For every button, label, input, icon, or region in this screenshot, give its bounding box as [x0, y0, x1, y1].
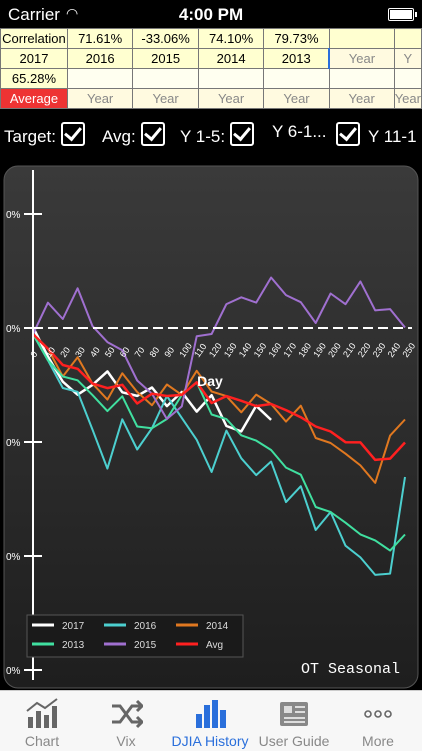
y6-10-checkbox[interactable]	[336, 122, 360, 146]
year-cell[interactable]: 2016	[66, 48, 134, 69]
table-cell[interactable]	[328, 28, 395, 49]
y6-10-label: Y 6-1...	[272, 122, 327, 141]
year-cell[interactable]: Year	[132, 88, 199, 109]
table-cell	[263, 68, 330, 89]
watermark: OT Seasonal	[301, 661, 400, 678]
year-cell[interactable]: Year	[328, 88, 395, 109]
newspaper-icon	[280, 702, 308, 726]
table-cell[interactable]: 71.61%	[66, 28, 134, 49]
tab-label: More	[362, 733, 394, 749]
table-cell[interactable]: -33.06%	[132, 28, 199, 49]
tab-label: Chart	[24, 733, 60, 749]
year-cell[interactable]: Y	[393, 48, 422, 69]
table-cell	[328, 68, 395, 89]
y11-label: Y 11-1	[368, 127, 417, 146]
table-cell	[132, 68, 199, 89]
year-cell[interactable]: 2015	[132, 48, 199, 69]
x-axis-title: Day	[197, 373, 223, 389]
target-checkbox[interactable]	[60, 122, 85, 146]
tab-vix[interactable]: Vix	[84, 691, 168, 751]
average-label: Average	[0, 88, 68, 109]
line-chart-icon	[26, 698, 58, 728]
tab-bar: Chart Vix DJIA History User Guide More	[0, 690, 422, 751]
year-cell[interactable]: Year	[66, 88, 134, 109]
tab-label: Vix	[116, 733, 136, 749]
year-cell[interactable]: 2017	[0, 48, 68, 69]
tab-more[interactable]: More	[336, 691, 420, 751]
year-cell[interactable]: 2014	[197, 48, 265, 69]
tab-user-guide[interactable]: User Guide	[252, 691, 336, 751]
legend-label: Avg	[206, 640, 223, 651]
table-cell: Correlation	[0, 28, 68, 49]
table-cell[interactable]: 74.10%	[197, 28, 265, 49]
year-row: 2017 2016 2015 2014 2013 Year Y	[0, 48, 422, 69]
target-option[interactable]: Target:	[4, 122, 85, 147]
year-input-active[interactable]: 2013	[263, 48, 331, 69]
avg-checkbox[interactable]	[140, 122, 165, 146]
chart-area[interactable]: 0% 0% 0% 0% 0% 0 10 20 30 40 50 60 70 80 90 100 110 120 13…	[0, 160, 422, 690]
table-cell	[66, 68, 134, 89]
table-cell	[393, 68, 422, 89]
tab-djia-history[interactable]: DJIA History	[168, 691, 252, 751]
y-tick-label: 0%	[6, 552, 21, 563]
average-value-row: 65.28%	[0, 68, 422, 89]
y-tick-label: 0%	[6, 210, 21, 221]
legend-label: 2013	[62, 640, 85, 651]
year-cell[interactable]: Year	[393, 88, 422, 109]
legend-label: 2016	[134, 621, 157, 632]
seasonal-chart[interactable]: 0%0%0%0%0%0 10 20 30 40 50 60 70 80 90 10011012013…	[0, 160, 422, 690]
tab-chart[interactable]: Chart	[0, 691, 84, 751]
tab-label: User Guide	[258, 733, 330, 749]
y-tick-label: 0%	[6, 438, 21, 449]
year-cell[interactable]: Year	[328, 48, 395, 69]
y-tick-label: 0%	[6, 324, 21, 335]
table-cell[interactable]	[393, 28, 422, 49]
y1-5-option[interactable]: Y 1-5:	[180, 122, 255, 147]
avg-label: Avg:	[102, 127, 136, 146]
legend-label: 2017	[62, 621, 85, 632]
table-cell[interactable]: 79.73%	[263, 28, 330, 49]
clock: 4:00 PM	[178, 5, 244, 24]
battery-icon	[388, 8, 417, 21]
shuffle-icon	[112, 699, 145, 729]
y11-option[interactable]: Y 11-1	[336, 122, 417, 147]
data-table: Correlation 71.61% -33.06% 74.10% 79.73%…	[0, 28, 422, 109]
average-value: 65.28%	[0, 68, 68, 89]
y-tick-label: 0%	[6, 666, 21, 677]
more-icon	[364, 710, 392, 718]
chart-options: Target: Avg: Y 1-5: Y 6-1... Y 11-1	[0, 110, 422, 156]
status-bar: Carrier ◠ 4:00 PM	[0, 0, 422, 28]
legend-label: 2014	[206, 621, 229, 632]
average-row: Average Year Year Year Year Year Year	[0, 88, 422, 109]
legend-label: 2015	[134, 640, 157, 651]
year-cell[interactable]: Year	[197, 88, 265, 109]
bar-chart-icon	[196, 700, 226, 728]
y1-5-label: Y 1-5:	[180, 127, 226, 146]
tab-label: DJIA History	[171, 733, 249, 749]
table-cell	[197, 68, 265, 89]
target-label: Target:	[4, 127, 56, 146]
correlation-row: Correlation 71.61% -33.06% 74.10% 79.73%	[0, 28, 422, 49]
y6-10-option[interactable]: Y 6-1...	[272, 122, 327, 142]
year-cell[interactable]: Year	[263, 88, 330, 109]
avg-option[interactable]: Avg:	[102, 122, 165, 147]
y1-5-checkbox[interactable]	[230, 122, 255, 146]
